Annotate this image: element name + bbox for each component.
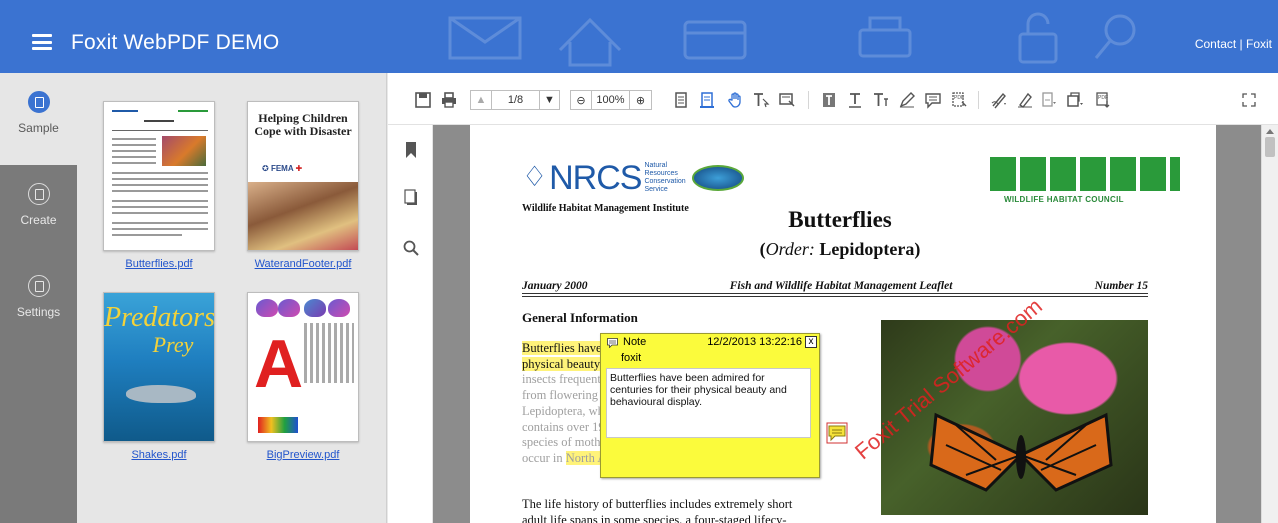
whmi-label: Wildlife Habitat Management Institute [522, 203, 689, 214]
svg-text:PDF: PDF [1098, 95, 1108, 101]
highlight-text-icon[interactable] [820, 90, 838, 110]
pencil-icon[interactable] [898, 90, 916, 110]
thumbnail-preview: Helping Children Cope with Disaster ✪ FE… [247, 101, 359, 251]
leaflet-number: Number 15 [1094, 280, 1148, 292]
document-title: Butterflies [788, 207, 892, 232]
prev-page-button[interactable]: ▲ [470, 90, 492, 110]
rail-item-label: Create [20, 213, 57, 227]
note-popup-header: Note 12/2/2013 13:22:16 x [605, 336, 817, 350]
pdf-export-icon[interactable]: PDF [950, 90, 968, 110]
pdf-page: ♢ NRCS Natural Resources Conservation Servi… [470, 125, 1216, 523]
header-links: Contact | Foxit [1195, 37, 1272, 51]
pages-icon[interactable] [402, 189, 420, 207]
note-text-area[interactable]: Butterflies have been admired for centur… [606, 368, 811, 438]
file-name[interactable]: WaterandFooter.pdf [247, 258, 359, 270]
file-thumb-shakes[interactable]: Predators Prey Shakes.pdf [103, 292, 215, 461]
zoom-control: ⊖ 100% ⊕ [570, 90, 652, 110]
svg-text:PDF: PDF [954, 95, 964, 101]
paragraph-2: The life history of butterflies includes… [522, 497, 793, 523]
comment-icon[interactable] [924, 90, 942, 110]
rotate-dropdown-icon[interactable] [1066, 90, 1084, 110]
next-page-button[interactable]: ▼ [540, 90, 560, 110]
thumbnail-preview [103, 101, 215, 251]
document-icon [27, 275, 50, 297]
document-icon [27, 183, 50, 205]
rail-item-sample[interactable]: Sample [0, 73, 77, 165]
zoom-in-icon[interactable]: ⊕ [630, 90, 652, 110]
select-text-icon[interactable] [752, 90, 770, 110]
whc-logo [990, 157, 1180, 191]
note-annotation-icon[interactable] [826, 422, 848, 444]
document-subtitle: (Order: Lepidoptera) [759, 239, 921, 259]
scroll-up-icon[interactable] [1266, 129, 1274, 134]
page-dropdown-icon[interactable] [1040, 90, 1058, 110]
sign-dropdown-icon[interactable] [990, 90, 1008, 110]
leaflet-date: January 2000 [522, 280, 588, 292]
note-type: Note [623, 336, 647, 348]
app-title: Foxit WebPDF DEMO [71, 31, 280, 54]
document-canvas[interactable]: ♢ NRCS Natural Resources Conservation Servi… [433, 125, 1278, 523]
thumbnail-title: Helping Children Cope with Disaster [254, 111, 352, 138]
app-header: Foxit WebPDF DEMO Contact | Foxit [0, 0, 1278, 73]
eraser-icon[interactable] [1016, 90, 1034, 110]
single-page-icon[interactable] [672, 90, 690, 110]
scroll-thumb[interactable] [1265, 137, 1275, 157]
rail-item-label: Sample [18, 121, 59, 135]
header-background-icons [448, 12, 1136, 67]
file-thumb-waterandfooter[interactable]: Helping Children Cope with Disaster ✪ FE… [247, 101, 359, 270]
rail-item-create[interactable]: Create [0, 165, 77, 257]
contact-foxit-link[interactable]: Contact | Foxit [1195, 37, 1272, 51]
thumbnail-preview: A [247, 292, 359, 442]
left-rail: Sample Create Settings [0, 73, 77, 523]
nrcs-logo: ♢ NRCS Natural Resources Conservation Servi… [522, 161, 744, 195]
section-heading: General Information [522, 310, 638, 325]
zoom-level-input[interactable]: 100% [592, 90, 630, 110]
note-date: 12/2/2013 13:22:16 [707, 336, 802, 348]
underline-text-icon[interactable] [846, 90, 864, 110]
leaflet-info-row: January 2000 Fish and Wildlife Habitat M… [522, 280, 1148, 292]
hand-tool-icon[interactable] [726, 90, 744, 110]
search-icon[interactable] [402, 239, 420, 257]
note-author: foxit [621, 352, 642, 364]
continuous-page-icon[interactable] [698, 90, 716, 110]
pdf-viewer: ▲ 1/8 ▼ ⊖ 100% ⊕ PDF PDF ♢ NRCS Natural … [388, 73, 1278, 523]
thumbnail-title: Predators Prey [104, 302, 215, 358]
menu-hamburger-icon[interactable] [32, 34, 52, 50]
file-name[interactable]: Butterflies.pdf [103, 258, 215, 270]
rail-item-settings[interactable]: Settings [0, 257, 77, 349]
page-number-input[interactable]: 1/8 [492, 90, 540, 110]
save-icon[interactable] [414, 90, 432, 110]
file-thumb-bigpreview[interactable]: A BigPreview.pdf [247, 292, 359, 461]
strikeout-text-icon[interactable] [872, 90, 890, 110]
whc-label: WILDLIFE HABITAT COUNCIL [1004, 195, 1124, 204]
rail-item-label: Settings [16, 305, 61, 319]
fema-logo: ✪ FEMA ✚ [262, 164, 303, 173]
viewer-toolbar: ▲ 1/8 ▼ ⊖ 100% ⊕ PDF PDF [388, 73, 1278, 125]
viewer-side-tools [388, 125, 433, 523]
file-name[interactable]: BigPreview.pdf [247, 449, 359, 461]
app-window: Foxit WebPDF DEMO Contact | Foxit Sample… [0, 0, 1278, 523]
note-icon [607, 338, 618, 348]
snapshot-icon[interactable] [778, 90, 796, 110]
print-icon[interactable] [440, 90, 458, 110]
pdf-download-icon[interactable]: PDF [1094, 90, 1112, 110]
zoom-out-icon[interactable]: ⊖ [570, 90, 592, 110]
page-navigator: ▲ 1/8 ▼ [470, 90, 560, 110]
close-icon[interactable]: x [805, 336, 817, 348]
leaflet-name: Fish and Wildlife Habitat Management Lea… [729, 280, 953, 292]
note-popup[interactable]: Note 12/2/2013 13:22:16 x foxit Butterfl… [600, 333, 820, 478]
file-thumb-butterflies[interactable]: Butterflies.pdf [103, 101, 215, 270]
vertical-scrollbar[interactable] [1261, 125, 1278, 523]
fullscreen-icon[interactable] [1240, 90, 1258, 110]
thumbnail-preview: Predators Prey [103, 292, 215, 442]
bookmark-icon[interactable] [402, 141, 420, 159]
sample-files-panel: Butterflies.pdf Helping Children Cope wi… [77, 73, 387, 523]
document-icon [27, 91, 50, 113]
file-name[interactable]: Shakes.pdf [103, 449, 215, 461]
